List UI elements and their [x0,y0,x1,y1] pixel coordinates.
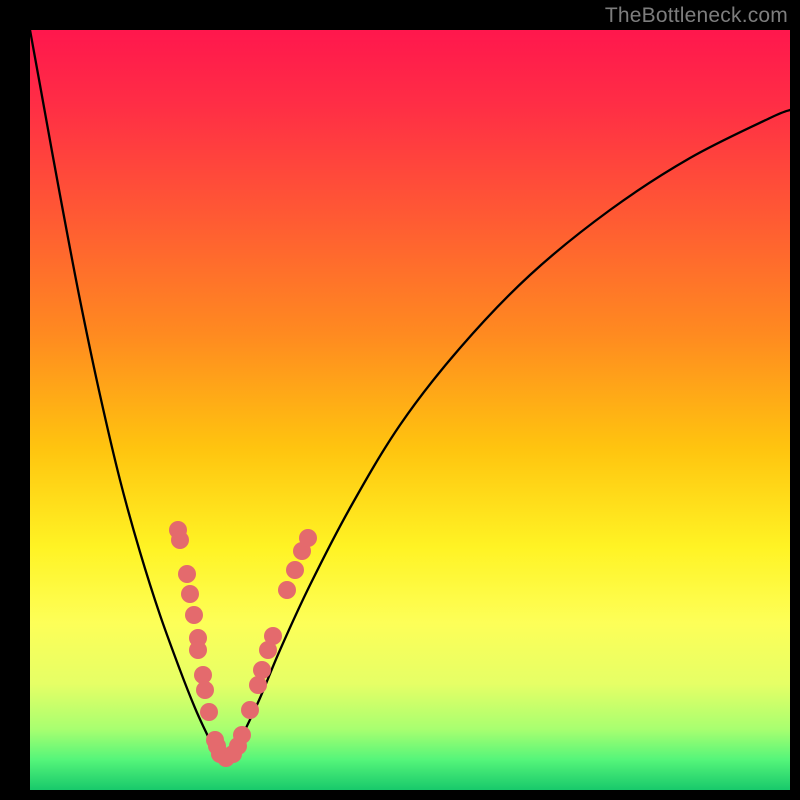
sample-dot [196,681,214,699]
plot-area [30,30,790,790]
sample-dot [200,703,218,721]
sample-dot [264,627,282,645]
chart-frame: TheBottleneck.com [0,0,800,800]
attribution-text: TheBottleneck.com [605,4,788,28]
sample-dot [286,561,304,579]
sample-dot [278,581,296,599]
sample-dot [241,701,259,719]
curve-layer [30,30,790,790]
sample-dot [185,606,203,624]
sample-dot [171,531,189,549]
sample-dot [253,661,271,679]
bottleneck-curve [30,30,790,765]
sample-dot [178,565,196,583]
sample-dot [299,529,317,547]
sample-dot [233,726,251,744]
sample-dots-group [169,521,317,767]
sample-dot [189,641,207,659]
sample-dot [181,585,199,603]
